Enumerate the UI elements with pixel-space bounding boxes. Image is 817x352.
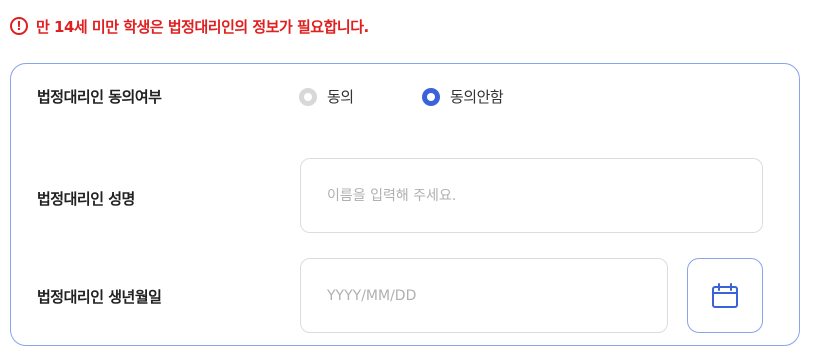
guardian-birthdate-input[interactable] <box>300 258 668 333</box>
consent-radio-disagree-label: 동의안함 <box>450 88 504 106</box>
consent-radio-agree[interactable]: 동의 <box>299 86 354 107</box>
legal-guardian-form: 법정대리인 동의여부 동의 동의안함 법정대리인 성명 법정대리인 생년월일 <box>10 63 800 346</box>
consent-radio-agree-label: 동의 <box>327 88 354 106</box>
notice-banner: ! 만 14세 미만 학생은 법정대리인의 정보가 필요합니다. <box>10 14 369 38</box>
calendar-icon <box>712 282 738 308</box>
name-label: 법정대리인 성명 <box>37 190 135 208</box>
calendar-button[interactable] <box>687 258 763 333</box>
consent-radio-disagree[interactable]: 동의안함 <box>422 86 504 107</box>
radio-unselected-icon <box>299 87 317 106</box>
guardian-name-input[interactable] <box>300 158 763 233</box>
consent-label: 법정대리인 동의여부 <box>37 88 162 106</box>
exclamation-circle-icon: ! <box>10 17 28 35</box>
radio-selected-icon <box>422 87 440 106</box>
birthdate-label: 법정대리인 생년월일 <box>37 288 162 306</box>
notice-text: 만 14세 미만 학생은 법정대리인의 정보가 필요합니다. <box>36 17 369 36</box>
